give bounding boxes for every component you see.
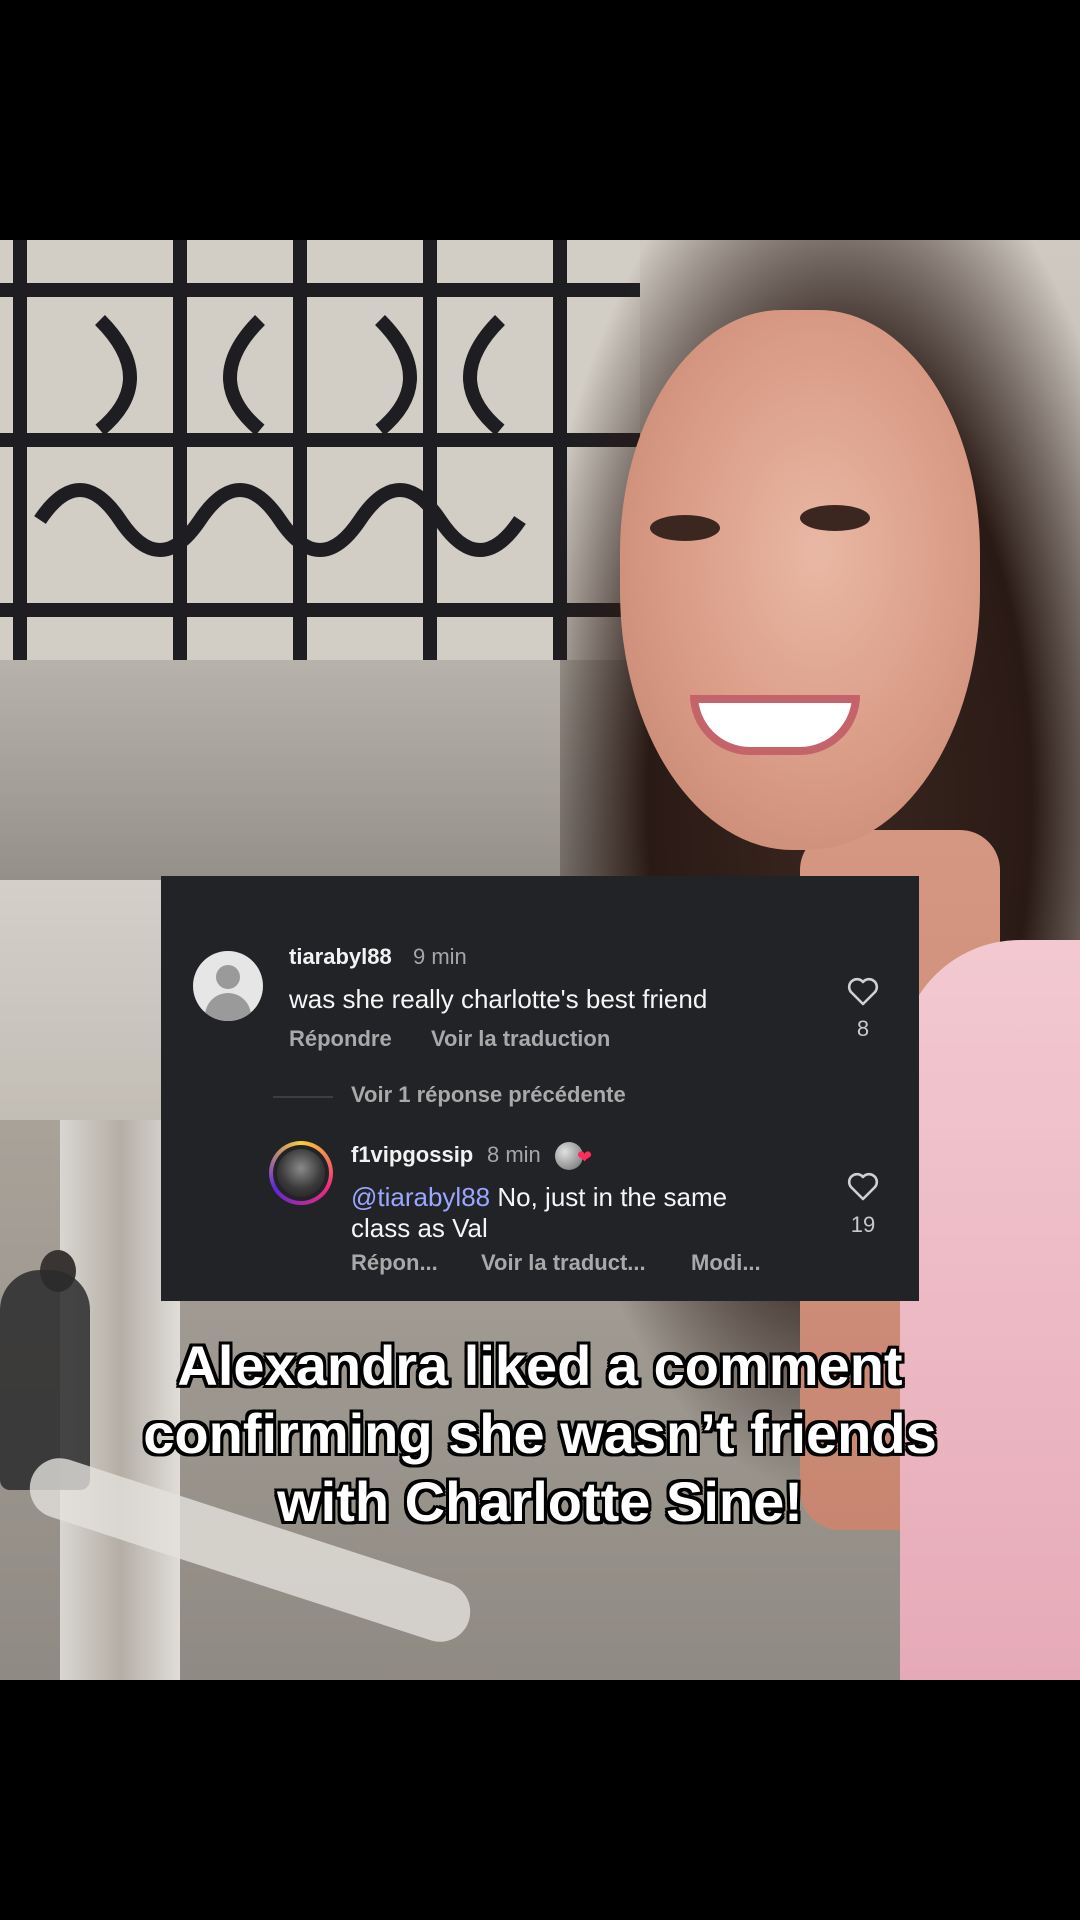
eye-left <box>650 515 720 541</box>
passerby <box>0 1270 90 1490</box>
reply-username[interactable]: f1vipgossip <box>351 1142 473 1168</box>
like-count: 8 <box>856 1016 870 1041</box>
modify-button[interactable]: Modi... <box>691 1250 761 1276</box>
caption-line: confirming she wasn’t friends <box>143 1402 937 1465</box>
caption-line: with Charlotte Sine! <box>277 1470 803 1533</box>
story-ring-avatar[interactable] <box>269 1141 333 1205</box>
translate-button[interactable]: Voir la traduction <box>431 1026 610 1052</box>
comment-time: 9 min <box>413 944 467 969</box>
like-heart-icon[interactable] <box>847 976 879 1006</box>
mention-link[interactable]: @tiarabyl88 <box>351 1182 490 1212</box>
comment-text: was she really charlotte's best friend <box>289 984 708 1014</box>
eye-right <box>800 505 870 531</box>
caption-line: Alexandra liked a comment <box>177 1334 903 1397</box>
like-heart-icon[interactable] <box>847 1171 879 1201</box>
woman-face <box>620 310 980 850</box>
default-avatar-icon[interactable] <box>193 951 263 1021</box>
video-caption: Alexandra liked a comment confirming she… <box>100 1332 980 1536</box>
view-previous-replies-button[interactable]: Voir 1 réponse précédente <box>351 1082 626 1108</box>
reply-text: @tiarabyl88 No, just in the same class a… <box>351 1182 791 1244</box>
comment-username[interactable]: tiarabyl88 <box>289 944 392 970</box>
like-count: 19 <box>850 1212 876 1237</box>
pink-top <box>900 940 1080 1680</box>
reply-time: 8 min <box>487 1142 541 1167</box>
reply-button[interactable]: Répondre <box>289 1026 392 1052</box>
reply-reply-button[interactable]: Répon... <box>351 1250 438 1276</box>
creator-heart-icon: ❤ <box>577 1147 593 1167</box>
replies-divider <box>273 1096 333 1098</box>
reply-translate-button[interactable]: Voir la traduct... <box>481 1250 646 1276</box>
comment-screenshot-card: tiarabyl88 9 min was she really charlott… <box>161 876 919 1301</box>
